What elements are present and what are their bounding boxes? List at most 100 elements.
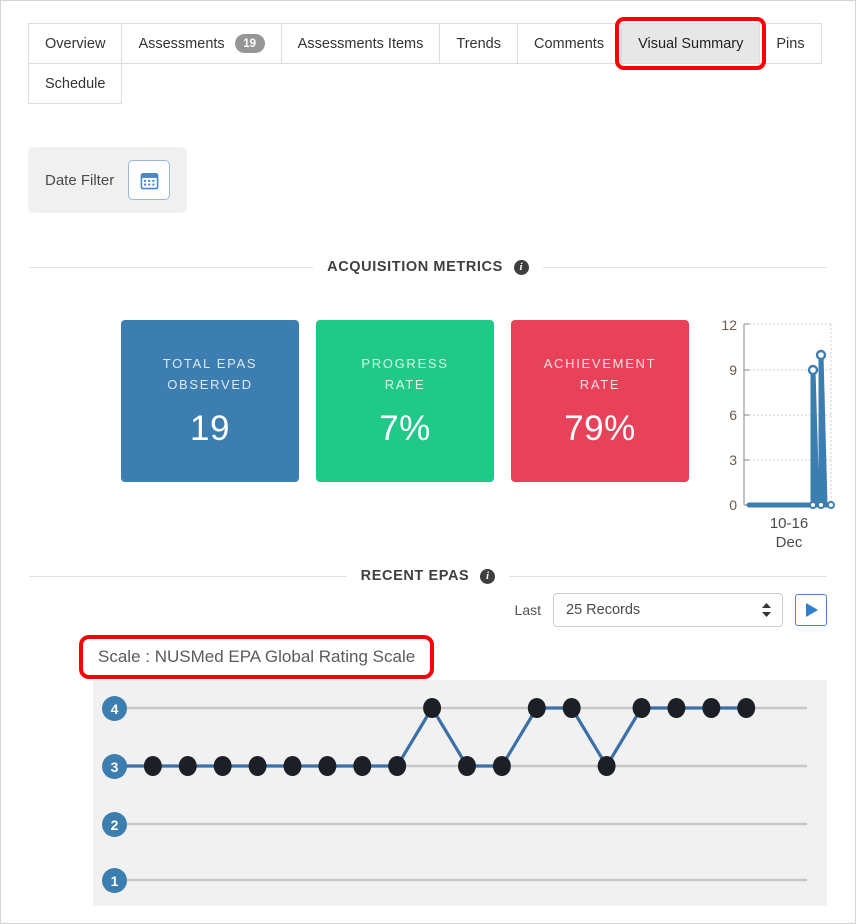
tab-assessments-items[interactable]: Assessments Items (281, 23, 441, 64)
spark-ytick-12: 12 (721, 317, 737, 333)
date-filter-button[interactable] (128, 160, 171, 200)
metric-card-progress-rate: PROGRESS RATE 7% (316, 320, 494, 482)
tab-assessments-count-badge: 19 (234, 34, 265, 53)
tab-pins-label: Pins (776, 35, 805, 52)
rating-point[interactable] (213, 756, 232, 776)
tab-visual-summary-label: Visual Summary (638, 35, 744, 52)
metric-label-line-1: ACHIEVEMENT (543, 355, 657, 371)
records-count-select[interactable]: 25 Records (553, 593, 783, 627)
divider-left (29, 266, 314, 268)
metric-card-total-epas-label: TOTAL EPAS OBSERVED (163, 353, 258, 396)
recent-epas-title: RECENT EPAS (360, 568, 470, 584)
rating-point[interactable] (632, 698, 651, 718)
rating-axis-badge-2: 2 (102, 812, 127, 837)
recent-epas-header: RECENT EPAS i (29, 568, 827, 584)
divider-right (509, 575, 827, 577)
tab-comments-label: Comments (533, 35, 605, 52)
spark-point-9 (807, 364, 819, 376)
records-count-value: 25 Records (566, 602, 641, 618)
rating-point[interactable] (458, 756, 476, 776)
spark-xlabel-line2: Dec (776, 534, 803, 551)
rating-point[interactable] (667, 698, 686, 718)
tab-row-secondary: Schedule (28, 63, 855, 104)
rating-point[interactable] (527, 698, 546, 718)
chevron-updown-icon (762, 603, 771, 617)
rating-chart-svg (108, 698, 808, 882)
rating-point[interactable] (702, 698, 721, 718)
rating-point[interactable] (388, 756, 407, 776)
tab-trends[interactable]: Trends (440, 23, 518, 64)
scale-label-wrapper: Scale : NUSMed EPA Global Rating Scale (79, 635, 435, 679)
rating-axis-badge-3: 3 (102, 754, 127, 779)
date-filter-control: Date Filter (28, 147, 188, 213)
spark-ytick-3: 3 (729, 452, 737, 468)
metric-card-achievement-rate-label: ACHIEVEMENT RATE (544, 353, 657, 396)
metric-card-total-epas-observed: TOTAL EPAS OBSERVED 19 (121, 320, 299, 482)
rating-point[interactable] (318, 756, 337, 776)
acquisition-metrics-title-group: ACQUISITION METRICS i (327, 259, 529, 275)
tab-visual-summary-wrapper: Visual Summary (615, 17, 767, 70)
spark-point-10 (815, 349, 827, 361)
tab-visual-summary[interactable]: Visual Summary (621, 23, 761, 64)
tab-overview[interactable]: Overview (28, 23, 123, 64)
records-controls: Last 25 Records (1, 593, 827, 627)
spark-ytick-0: 0 (729, 497, 737, 513)
recent-epas-info-icon[interactable]: i (480, 568, 496, 584)
rating-point[interactable] (597, 756, 616, 776)
scale-label: Scale : NUSMed EPA Global Rating Scale (92, 644, 422, 670)
rating-point[interactable] (492, 756, 511, 776)
rating-point[interactable] (143, 756, 162, 776)
acquisition-info-icon[interactable]: i (513, 259, 529, 275)
rating-point[interactable] (283, 756, 302, 776)
spark-ytick-9: 9 (729, 362, 737, 378)
play-icon (805, 603, 818, 617)
rating-axis-badge-1: 1 (102, 868, 127, 893)
metric-label-line-2: OBSERVED (167, 377, 253, 392)
metric-label-line-2: RATE (579, 377, 621, 392)
recent-epas-title-group: RECENT EPAS i (361, 568, 496, 584)
calendar-icon (140, 172, 159, 189)
tab-assessments[interactable]: Assessments 19 (122, 23, 282, 64)
rating-point[interactable] (248, 756, 267, 776)
metric-label-line-1: TOTAL EPAS (162, 355, 258, 371)
visual-summary-page: Overview Assessments 19 Assessments Item… (0, 0, 856, 924)
tab-schedule[interactable]: Schedule (28, 63, 123, 104)
spark-ytick-6: 6 (729, 407, 737, 423)
metric-card-progress-rate-value: 7% (379, 409, 431, 449)
sparkline-svg: 12 9 6 3 0 10-16 Dec (721, 317, 835, 551)
tab-overview-label: Overview (45, 35, 106, 52)
rating-point[interactable] (562, 698, 581, 718)
recent-epas-rating-chart: 4 3 2 1 (93, 680, 827, 906)
divider-right (542, 266, 827, 268)
spark-point-zero-c (827, 501, 835, 509)
spark-point-zero-a (809, 501, 817, 509)
acquisition-metrics-title: ACQUISITION METRICS (327, 259, 503, 275)
tab-assessments-label: Assessments (138, 35, 225, 52)
metric-label-line-1: PROGRESS (361, 355, 449, 371)
tab-trends-label: Trends (456, 35, 501, 52)
metric-card-achievement-rate: ACHIEVEMENT RATE 79% (511, 320, 689, 482)
tab-comments[interactable]: Comments (517, 23, 622, 64)
play-button[interactable] (795, 594, 827, 626)
metric-card-progress-rate-label: PROGRESS RATE (361, 353, 448, 396)
metric-label-line-2: RATE (384, 377, 426, 392)
metric-card-total-epas-value: 19 (190, 409, 230, 449)
rating-axis-badges: 4 3 2 1 (95, 680, 135, 906)
acquisition-sparkline-chart: 12 9 6 3 0 10-16 Dec (713, 313, 839, 553)
rating-point[interactable] (737, 698, 756, 718)
spark-data-line (746, 352, 834, 508)
metric-card-achievement-rate-value: 79% (564, 409, 636, 449)
rating-axis-badge-4: 4 (102, 696, 127, 721)
tab-pins[interactable]: Pins (760, 23, 822, 64)
tab-row-primary: Overview Assessments 19 Assessments Item… (28, 17, 855, 70)
date-filter-label: Date Filter (45, 171, 115, 189)
spark-xlabel-line1: 10-16 (770, 515, 808, 532)
last-label: Last (514, 602, 541, 618)
divider-left (29, 575, 347, 577)
acquisition-metrics-header: ACQUISITION METRICS i (29, 259, 827, 275)
rating-point[interactable] (178, 756, 197, 776)
tab-schedule-label: Schedule (45, 75, 106, 92)
tab-assessments-items-label: Assessments Items (297, 35, 424, 52)
rating-point[interactable] (353, 756, 372, 776)
rating-point[interactable] (423, 698, 442, 718)
